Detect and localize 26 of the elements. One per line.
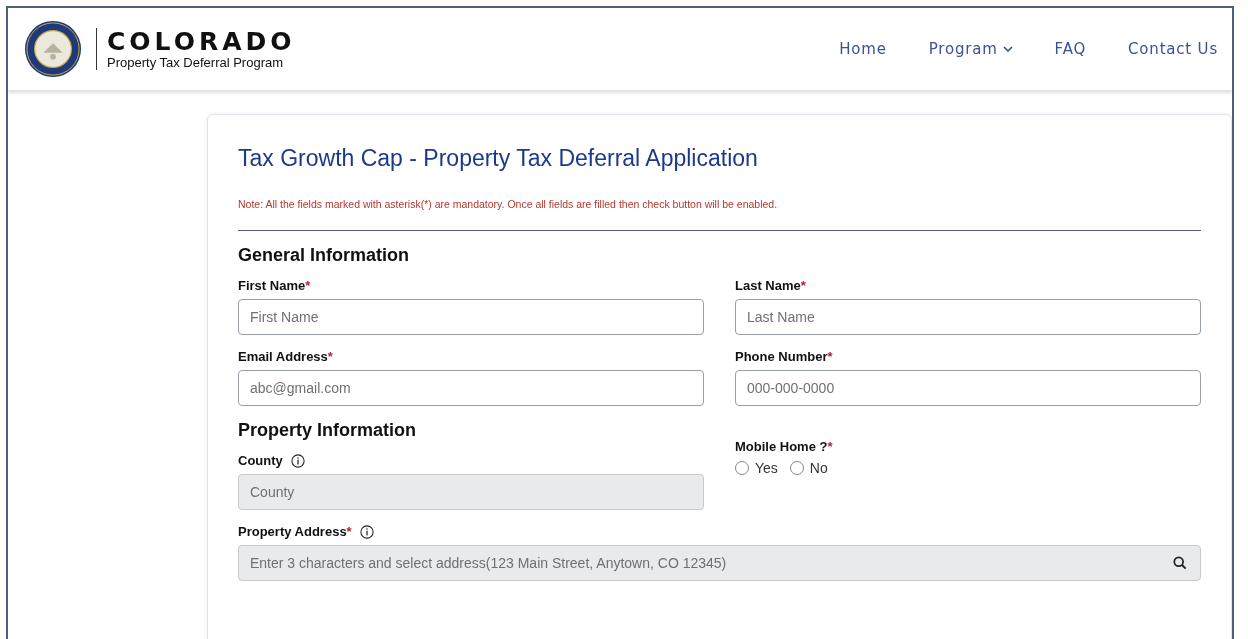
text-input-field[interactable]: abc@gmail.com [238,370,704,406]
brand-subtitle: Property Tax Deferral Program [107,55,285,71]
field-label: Last Name* [735,278,806,293]
nav-link[interactable]: Contact Us [1128,40,1218,58]
form-title: Tax Growth Cap - Property Tax Deferral Application [238,145,759,172]
field-label: Property Address* [238,524,352,539]
field-label: Mobile Home ?* [735,439,833,454]
nav-link[interactable]: FAQ [1054,40,1087,58]
field-label: County [238,453,283,468]
radio-option[interactable]: No [789,460,828,476]
mandatory-note: Note: All the fields marked with asterisk(*) are mandatory. Once all fields are filled then check button will be enabled. [238,198,779,210]
field-label: Phone Number* [735,349,833,364]
nav-link[interactable]: Program [928,40,1013,58]
section-heading: General Information [238,245,410,266]
brand-title[interactable]: COLORADO [107,27,296,56]
chevron-down-icon[interactable] [1002,46,1013,52]
radio-option[interactable]: Yes [735,460,778,476]
text-input-field[interactable]: Last Name [735,299,1201,335]
field-label: First Name* [238,278,311,293]
field-label: Email Address* [238,349,333,364]
text-input-field[interactable]: First Name [238,299,704,335]
search-icon[interactable] [1173,556,1187,570]
nav-link[interactable]: Home [839,40,887,58]
state-seal-logo[interactable] [24,20,82,78]
text-input-field[interactable]: 000-000-0000 [735,370,1201,406]
section-heading: Property Information [238,420,416,441]
